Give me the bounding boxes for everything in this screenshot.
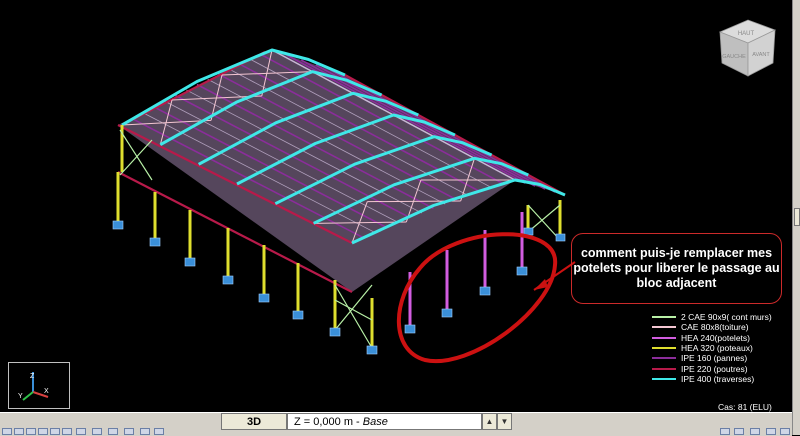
toolbar-icon-11[interactable] <box>140 428 150 435</box>
level-up-button[interactable]: ▲ <box>482 413 497 430</box>
support <box>184 257 196 267</box>
toolbar-icon-6[interactable] <box>62 428 72 435</box>
toolbar-icon-8[interactable] <box>92 428 102 435</box>
load-case-label: Cas: 81 (ELU) <box>718 402 772 412</box>
legend-label: IPE 400 (traverses) <box>681 373 755 384</box>
support <box>149 237 161 247</box>
level-name: Base <box>362 416 388 428</box>
axis-indicator-frame <box>8 362 70 409</box>
support <box>555 233 566 242</box>
window-icon-1[interactable] <box>720 428 730 435</box>
legend-swatch <box>652 357 676 360</box>
toolbar-icon-7[interactable] <box>76 428 86 435</box>
toolbar-icon-9[interactable] <box>108 428 118 435</box>
legend-label: HEA 240(potelets) <box>681 332 750 343</box>
level-prefix: Z = 0,000 m - <box>294 416 363 428</box>
legend-swatch <box>652 326 676 329</box>
vertical-scrollbar[interactable] <box>792 0 800 435</box>
viewcube-front-label: AVANT <box>752 52 770 58</box>
scrollbar-thumb[interactable] <box>794 208 800 226</box>
legend-swatch <box>652 347 676 350</box>
window-icon-5[interactable] <box>780 428 790 435</box>
annotation-callout: comment puis-je remplacer mes potelets p… <box>571 233 782 304</box>
toolbar-icon-1[interactable] <box>2 428 12 435</box>
legend: 2 CAE 90x9( cont murs) CAE 80x8(toiture) H… <box>652 312 792 384</box>
toolbar-icon-2[interactable] <box>14 428 24 435</box>
level-down-button[interactable]: ▼ <box>497 413 512 430</box>
legend-item: CAE 80x8(toiture) <box>652 322 792 332</box>
viewcube-left-label: GAUCHE <box>722 54 746 60</box>
legend-label: HEA 320 (poteaux) <box>681 343 753 354</box>
legend-label: CAE 80x8(toiture) <box>681 322 749 333</box>
support <box>258 293 270 303</box>
viewcube-top-label: HAUT <box>738 31 755 37</box>
level-selector[interactable]: Z = 0,000 m - Base <box>287 413 482 430</box>
toolbar-icon-10[interactable] <box>124 428 134 435</box>
legend-item: IPE 400 (traverses) <box>652 374 792 384</box>
3d-viewport[interactable]: HAUT GAUCHE AVANT Z X Y comment puis-je … <box>0 0 793 412</box>
annotation-circle <box>396 232 558 364</box>
support <box>112 220 124 230</box>
support <box>222 275 234 285</box>
window-icon-4[interactable] <box>766 428 776 435</box>
legend-label: 2 CAE 90x9( cont murs) <box>681 312 772 323</box>
legend-item: HEA 240(potelets) <box>652 333 792 343</box>
legend-swatch <box>652 336 676 339</box>
viewcube[interactable]: HAUT GAUCHE AVANT <box>718 19 777 77</box>
window-icon-2[interactable] <box>734 428 744 435</box>
legend-swatch <box>652 316 676 319</box>
support <box>292 310 304 320</box>
legend-item: IPE 220 (poutres) <box>652 363 792 374</box>
view-mode-field[interactable]: 3D <box>221 413 287 430</box>
legend-swatch <box>652 377 676 380</box>
support <box>404 324 416 334</box>
roof-plane-left <box>118 50 515 292</box>
support <box>329 327 341 337</box>
legend-item: HEA 320 (poteaux) <box>652 343 792 353</box>
window-icon-3[interactable] <box>750 428 760 435</box>
callout-text: comment puis-je remplacer mes potelets p… <box>573 246 780 290</box>
toolbar-icon-4[interactable] <box>38 428 48 435</box>
support <box>479 286 491 296</box>
support <box>366 345 378 355</box>
legend-item: IPE 160 (pannes) <box>652 353 792 363</box>
toolbar-icon-5[interactable] <box>50 428 60 435</box>
toolbar-icon-12[interactable] <box>154 428 164 435</box>
legend-label: IPE 160 (pannes) <box>681 353 748 364</box>
legend-swatch <box>652 367 676 370</box>
toolbar-icon-3[interactable] <box>26 428 36 435</box>
support <box>516 266 528 276</box>
legend-label: IPE 220 (poutres) <box>681 363 748 374</box>
legend-item: 2 CAE 90x9( cont murs) <box>652 312 792 322</box>
support <box>441 308 453 318</box>
